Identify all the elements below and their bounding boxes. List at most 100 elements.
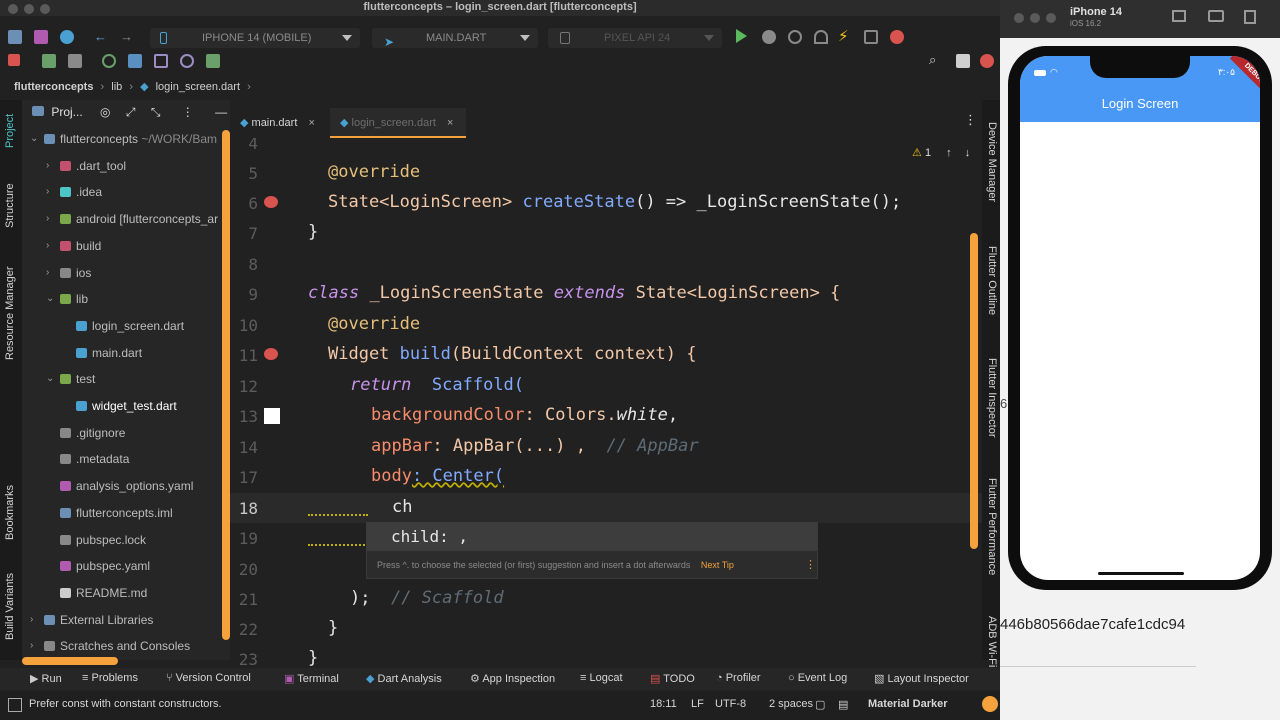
prev-highlight-icon[interactable]: ↑ xyxy=(946,147,952,159)
flutter-outline-tool-tab[interactable]: Flutter Outline xyxy=(986,246,998,315)
chevron-right-icon[interactable]: › xyxy=(46,260,49,286)
expand-icon[interactable]: ⤢ xyxy=(126,105,136,119)
tree-item[interactable]: ⌄ flutterconcepts ~/WORK/Bam xyxy=(22,126,222,152)
tab-options-icon[interactable]: ⋮ xyxy=(964,112,977,128)
inspect-icon[interactable] xyxy=(180,54,194,68)
tree-item[interactable]: .gitignore xyxy=(22,420,222,446)
search-icon[interactable]: ⌕ xyxy=(929,52,936,68)
tree-item[interactable]: widget_test.dart xyxy=(22,393,222,419)
notification-icon[interactable] xyxy=(980,54,994,68)
line-separator[interactable]: LF xyxy=(691,698,704,710)
target-icon[interactable]: ◎ xyxy=(100,105,110,119)
problems-tool-tab[interactable]: ≡ Problems xyxy=(82,672,138,684)
device-manager-tool-tab[interactable]: Device Manager xyxy=(986,122,998,202)
lock-icon[interactable]: ▢ xyxy=(815,698,825,711)
logcat-tool-tab[interactable]: ≡ Logcat xyxy=(580,672,623,684)
home-icon[interactable] xyxy=(1172,10,1186,22)
close-window-button[interactable] xyxy=(1014,13,1024,23)
rotate-icon[interactable] xyxy=(1244,10,1256,24)
app-inspection-tool-tab[interactable]: ⚙ App Inspection xyxy=(470,672,555,685)
tree-item[interactable]: README.md xyxy=(22,580,222,606)
next-tip-link[interactable]: Next Tip xyxy=(701,560,734,570)
emulator-select[interactable]: PIXEL API 24 xyxy=(548,28,722,48)
project-tool-tab[interactable]: Project xyxy=(4,114,16,148)
close-icon[interactable]: × xyxy=(447,117,453,129)
tree-item[interactable]: pubspec.lock xyxy=(22,527,222,553)
resource-manager-tool-tab[interactable]: Resource Manager xyxy=(4,266,16,360)
caret-position[interactable]: 18:11 xyxy=(650,698,677,710)
run-icon[interactable] xyxy=(736,29,747,43)
tree-item[interactable]: › .idea xyxy=(22,179,222,205)
flutter-performance-tool-tab[interactable]: Flutter Performance xyxy=(986,478,998,575)
toggle-tool-windows-icon[interactable] xyxy=(8,698,22,712)
structure-tool-tab[interactable]: Structure xyxy=(4,183,16,228)
chevron-right-icon[interactable]: › xyxy=(46,233,49,259)
tab-main-dart[interactable]: ◆ main.dart × xyxy=(240,108,315,138)
override-gutter-icon[interactable] xyxy=(264,348,278,360)
popup-options-icon[interactable]: ⋮ xyxy=(805,558,816,571)
breadcrumb-file[interactable]: login_screen.dart xyxy=(156,81,240,93)
memory-icon[interactable]: ▤ xyxy=(838,698,848,711)
run-tool-tab[interactable]: ▶ Run xyxy=(30,672,62,685)
override-gutter-icon[interactable] xyxy=(264,196,278,208)
avd-manager-icon[interactable] xyxy=(42,54,56,68)
code-editor[interactable]: 4 5 6 7 8 9 10 11 12 13 14 17 18 19 20 21 22 23 ⚠ 1 ↑ ↓ @… xyxy=(230,138,982,668)
chevron-right-icon[interactable]: › xyxy=(30,607,33,633)
chevron-right-icon[interactable]: › xyxy=(46,179,49,205)
project-view-select[interactable]: Proj... xyxy=(51,105,82,119)
profiler-tool-tab[interactable]: ◔ Profiler xyxy=(716,672,761,684)
theme-indicator[interactable]: Material Darker xyxy=(868,698,948,710)
project-horizontal-scrollbar[interactable] xyxy=(22,657,118,665)
chevron-right-icon[interactable]: › xyxy=(30,633,33,659)
open-folder-icon[interactable] xyxy=(8,30,22,44)
stop-icon[interactable] xyxy=(890,30,904,44)
chevron-right-icon[interactable]: › xyxy=(46,153,49,179)
home-indicator[interactable] xyxy=(1098,572,1184,575)
run-config-select[interactable]: ➤ MAIN.DART xyxy=(372,28,538,49)
hot-reload-icon[interactable]: ⚡ xyxy=(838,27,849,45)
tree-item[interactable]: pubspec.yaml xyxy=(22,553,222,579)
stop-icon[interactable] xyxy=(8,54,20,66)
tree-item[interactable]: › build xyxy=(22,233,222,259)
back-arrow-icon[interactable]: ← xyxy=(94,29,107,44)
tree-item[interactable]: .metadata xyxy=(22,446,222,472)
tree-item[interactable]: ⌄ test xyxy=(22,366,222,392)
flutter-inspector-tool-tab[interactable]: Flutter Inspector xyxy=(986,358,998,437)
minimize-window-button[interactable] xyxy=(1030,13,1040,23)
dart-analysis-tool-tab[interactable]: ◆ Dart Analysis xyxy=(366,672,442,685)
hot-restart-icon[interactable] xyxy=(864,30,878,44)
screenshot-icon[interactable] xyxy=(1208,10,1224,22)
debug-icon[interactable] xyxy=(762,30,776,44)
bookmarks-tool-tab[interactable]: Bookmarks xyxy=(4,485,16,540)
build-variants-tool-tab[interactable]: Build Variants xyxy=(4,573,16,640)
chevron-down-icon[interactable]: ⌄ xyxy=(46,286,54,312)
project-scrollbar[interactable] xyxy=(222,130,230,640)
version-control-tool-tab[interactable]: ⑂ Version Control xyxy=(166,672,251,684)
profile-icon[interactable] xyxy=(814,30,828,44)
sdk-manager-icon[interactable] xyxy=(102,54,116,68)
tree-item[interactable]: › .dart_tool xyxy=(22,153,222,179)
attach-icon[interactable] xyxy=(788,30,802,44)
tree-item[interactable]: › android [flutterconcepts_ar xyxy=(22,206,222,232)
tree-item[interactable]: › Scratches and Consoles xyxy=(22,633,222,659)
forward-arrow-icon[interactable]: → xyxy=(120,29,133,44)
breadcrumb-folder[interactable]: lib xyxy=(111,81,122,93)
tree-item[interactable]: main.dart xyxy=(22,340,222,366)
layout-icon[interactable] xyxy=(154,54,168,68)
phone-screen[interactable]: ◠ ۳:۰۵ DEBUG Login Screen xyxy=(1020,56,1260,580)
structure-icon[interactable] xyxy=(68,54,82,68)
close-icon[interactable]: × xyxy=(308,117,314,129)
indent-setting[interactable]: 2 spaces xyxy=(769,698,813,710)
next-highlight-icon[interactable]: ↓ xyxy=(965,147,971,159)
device-mirror-icon[interactable] xyxy=(128,54,142,68)
breadcrumb-project[interactable]: flutterconcepts xyxy=(14,81,93,93)
todo-tool-tab[interactable]: ▤ TODO xyxy=(650,672,695,685)
editor-scrollbar[interactable] xyxy=(970,233,978,549)
chevron-down-icon[interactable]: ⌄ xyxy=(30,126,38,152)
tree-item[interactable]: › External Libraries xyxy=(22,607,222,633)
color-preview-swatch[interactable] xyxy=(264,408,280,424)
file-encoding[interactable]: UTF-8 xyxy=(715,698,746,710)
chevron-down-icon[interactable]: ⌄ xyxy=(46,366,54,392)
plugin-icon[interactable] xyxy=(206,54,220,68)
sync-icon[interactable] xyxy=(60,30,74,44)
